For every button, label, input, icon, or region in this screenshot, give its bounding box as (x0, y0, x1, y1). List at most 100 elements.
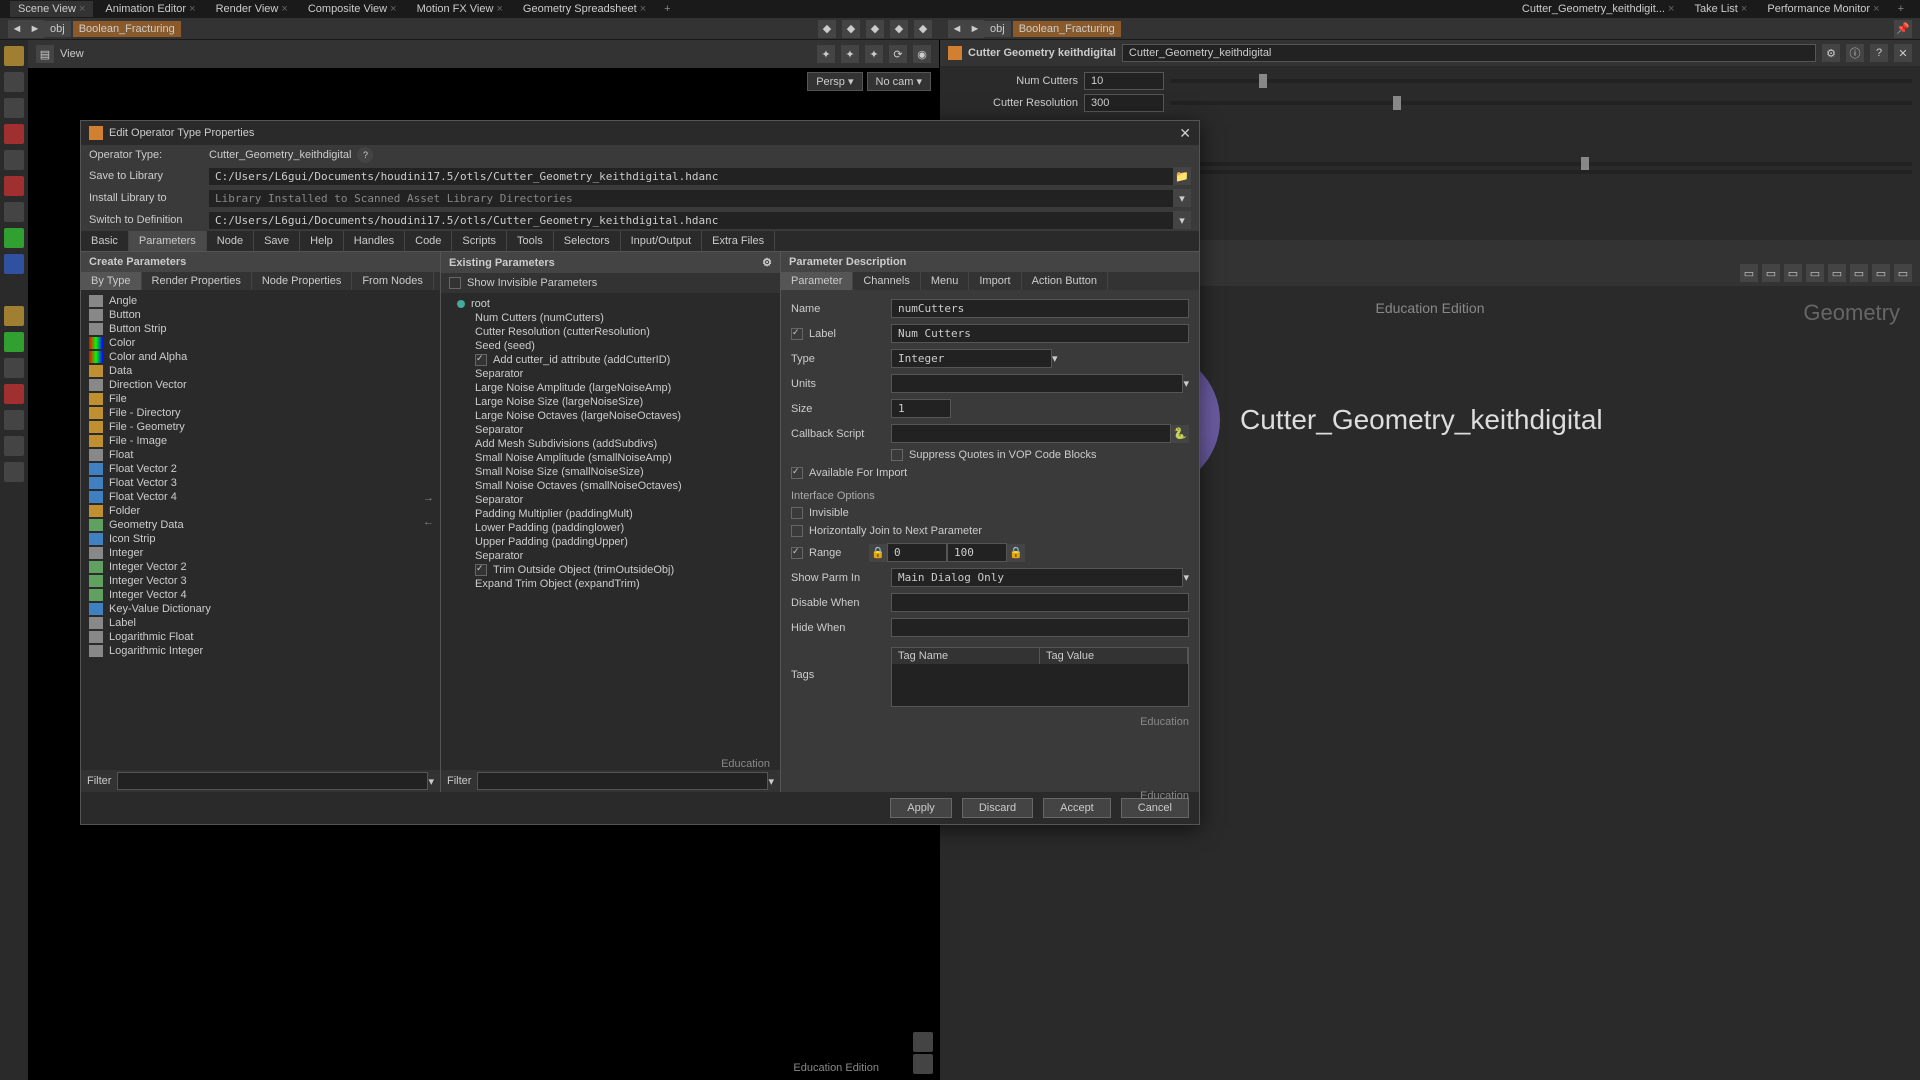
param-tree-row[interactable]: Small Noise Amplitude (smallNoiseAmp) (445, 451, 776, 465)
tool-scale[interactable] (4, 124, 24, 144)
param-type-row[interactable]: Label (85, 616, 436, 630)
param-tree-row[interactable]: Cutter Resolution (cutterResolution) (445, 325, 776, 339)
tool-6[interactable] (4, 176, 24, 196)
existing-gear-icon[interactable]: ⚙ (762, 256, 772, 269)
nv-icon-4[interactable]: ▭ (1806, 264, 1824, 282)
desc-tab[interactable]: Import (969, 272, 1021, 290)
param-tree-row[interactable]: Separator (445, 493, 776, 507)
view-menu-icon[interactable]: ▤ (36, 45, 54, 63)
move-left-icon[interactable]: ← (423, 516, 439, 532)
param-tree-row[interactable]: Padding Multiplier (paddingMult) (445, 507, 776, 521)
dialog-tab[interactable]: Input/Output (621, 231, 703, 251)
param-type-row[interactable]: Float Vector 2 (85, 462, 436, 476)
desc-tab[interactable]: Parameter (781, 272, 853, 290)
type-dropdown-icon[interactable]: ▾ (1052, 352, 1058, 365)
tool-9[interactable] (4, 254, 24, 274)
callback-lang-icon[interactable]: 🐍 (1171, 425, 1189, 443)
breadcrumb-obj[interactable]: obj (44, 21, 71, 37)
label-input[interactable] (891, 324, 1189, 343)
param-tree-row[interactable]: Small Noise Size (smallNoiseSize) (445, 465, 776, 479)
hide-when-input[interactable] (891, 618, 1189, 637)
param-tree-row[interactable]: Large Noise Size (largeNoiseSize) (445, 395, 776, 409)
param-type-row[interactable]: Float (85, 448, 436, 462)
tool-15[interactable] (4, 436, 24, 456)
param-type-row[interactable]: Color (85, 336, 436, 350)
view-label[interactable]: View (54, 46, 90, 62)
existing-params-tree[interactable]: root Num Cutters (numCutters)Cutter Reso… (441, 293, 780, 770)
nv-icon-2[interactable]: ▭ (1762, 264, 1780, 282)
nv-icon-3[interactable]: ▭ (1784, 264, 1802, 282)
top-tab[interactable]: Composite View × (300, 1, 405, 17)
tool-10[interactable] (4, 306, 24, 326)
vp-icon-1[interactable]: ✦ (817, 45, 835, 63)
info-icon[interactable]: ⓘ (1846, 44, 1864, 62)
param-type-row[interactable]: Folder (85, 504, 436, 518)
apply-button[interactable]: Apply (890, 798, 952, 818)
param-tree-row[interactable]: Expand Trim Object (expandTrim) (445, 577, 776, 591)
param-tree-row[interactable]: Large Noise Amplitude (largeNoiseAmp) (445, 381, 776, 395)
tool-icon-2[interactable]: ◆ (842, 20, 860, 38)
vp-icon-2[interactable]: ✦ (841, 45, 859, 63)
tool-icon-4[interactable]: ◆ (890, 20, 908, 38)
create-subtab[interactable]: By Type (81, 272, 142, 290)
dialog-tab[interactable]: Parameters (129, 231, 207, 251)
tool-11[interactable] (4, 332, 24, 352)
tool-7[interactable] (4, 202, 24, 222)
tree-checkbox[interactable] (475, 564, 487, 576)
nv-icon-7[interactable]: ▭ (1872, 264, 1890, 282)
create-subtab[interactable]: From Nodes (352, 272, 434, 290)
range-lock-min-icon[interactable]: 🔒 (869, 544, 887, 562)
tool-icon-1[interactable]: ◆ (818, 20, 836, 38)
dialog-tab[interactable]: Basic (81, 231, 129, 251)
param-type-row[interactable]: File (85, 392, 436, 406)
showparm-dropdown[interactable] (891, 568, 1183, 587)
callback-input[interactable] (891, 424, 1171, 443)
dialog-tab[interactable]: Tools (507, 231, 554, 251)
browse-save-icon[interactable]: 📁 (1173, 167, 1191, 185)
param-tree-row[interactable]: Separator (445, 549, 776, 563)
preview-icon-2[interactable] (913, 1054, 933, 1074)
param-type-row[interactable]: Data (85, 364, 436, 378)
param-type-row[interactable]: Button Strip (85, 322, 436, 336)
filter-dropdown-1[interactable]: ▾ (428, 775, 434, 788)
top-tab[interactable]: Scene View × (10, 1, 93, 17)
param-type-row[interactable]: File - Image (85, 434, 436, 448)
vp-icon-3[interactable]: ✦ (865, 45, 883, 63)
help-icon[interactable]: ? (357, 147, 373, 163)
tree-root[interactable]: root (445, 297, 776, 311)
discard-button[interactable]: Discard (962, 798, 1033, 818)
tree-checkbox[interactable] (475, 354, 487, 366)
tool-move[interactable] (4, 72, 24, 92)
param-type-row[interactable]: Integer Vector 2 (85, 560, 436, 574)
top-tab-right[interactable]: Take List × (1686, 1, 1755, 17)
top-tab[interactable]: Geometry Spreadsheet × (515, 1, 654, 17)
range-min-input[interactable] (887, 543, 947, 562)
parameter-type-list[interactable]: AngleButtonButton StripColorColor and Al… (81, 290, 440, 770)
pin-icon[interactable]: 📌 (1894, 20, 1912, 38)
param-type-row[interactable]: Float Vector 3 (85, 476, 436, 490)
dialog-tab[interactable]: Extra Files (702, 231, 775, 251)
install-library-value[interactable]: Library Installed to Scanned Asset Libra… (209, 190, 1173, 207)
size-input[interactable] (891, 399, 951, 418)
filter-input-2[interactable] (477, 772, 768, 790)
add-tab-right[interactable]: + (1892, 3, 1910, 15)
dialog-tab[interactable]: Node (207, 231, 254, 251)
type-dropdown[interactable] (891, 349, 1052, 368)
param-type-row[interactable]: Integer (85, 546, 436, 560)
label-checkbox[interactable] (791, 328, 803, 340)
show-invisible-checkbox[interactable] (449, 277, 461, 289)
nv-icon-5[interactable]: ▭ (1828, 264, 1846, 282)
param-tree-row[interactable]: Separator (445, 367, 776, 381)
param-type-row[interactable]: Icon Strip (85, 532, 436, 546)
install-dropdown-icon[interactable]: ▾ (1173, 189, 1191, 207)
param-type-row[interactable]: Direction Vector (85, 378, 436, 392)
nv-icon-6[interactable]: ▭ (1850, 264, 1868, 282)
switch-def-value[interactable]: C:/Users/L6gui/Documents/houdini17.5/otl… (209, 212, 1173, 229)
param-tree-row[interactable]: Add Mesh Subdivisions (addSubdivs) (445, 437, 776, 451)
gear-icon[interactable]: ⚙ (1822, 44, 1840, 62)
param-tree-row[interactable]: Small Noise Octaves (smallNoiseOctaves) (445, 479, 776, 493)
resolution-slider[interactable] (1170, 101, 1912, 105)
help-icon[interactable]: ? (1870, 44, 1888, 62)
suppress-checkbox[interactable] (891, 449, 903, 461)
vp-icon-5[interactable]: ◉ (913, 45, 931, 63)
